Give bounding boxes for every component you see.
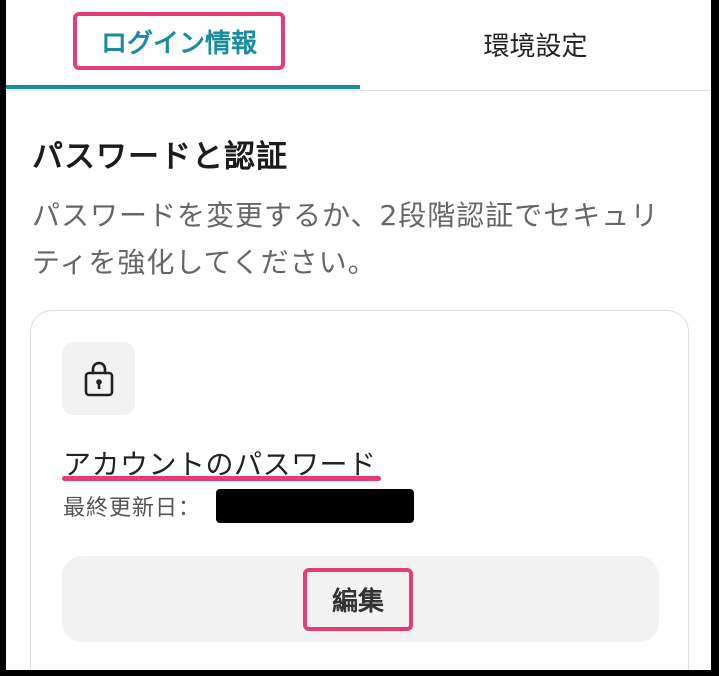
tab-bar: ログイン情報 環境設定 <box>6 0 711 91</box>
section-description-line-1: パスワードを変更するか、2段階認証でセキュリ <box>32 199 660 232</box>
screen: ログイン情報 環境設定 パスワードと認証 パスワードを変更するか、2段階認証でセ… <box>6 0 711 670</box>
last-updated-label: 最終更新日： <box>63 496 202 521</box>
highlight-underline <box>62 476 381 481</box>
section-description: パスワードを変更するか、2段階認証でセキュリ ティを強化してください。 <box>32 192 682 286</box>
redacted-date <box>216 489 414 523</box>
section-title: パスワードと認証 <box>32 139 288 175</box>
tab-preferences[interactable]: 環境設定 <box>360 0 711 88</box>
lock-icon-container <box>62 342 135 415</box>
active-tab-indicator <box>6 85 360 89</box>
section-description-line-2: ティを強化してください。 <box>32 246 377 279</box>
highlight-box-login-tab <box>73 12 285 70</box>
edit-button-label[interactable]: 編集 <box>303 568 413 631</box>
lock-icon <box>84 361 113 396</box>
